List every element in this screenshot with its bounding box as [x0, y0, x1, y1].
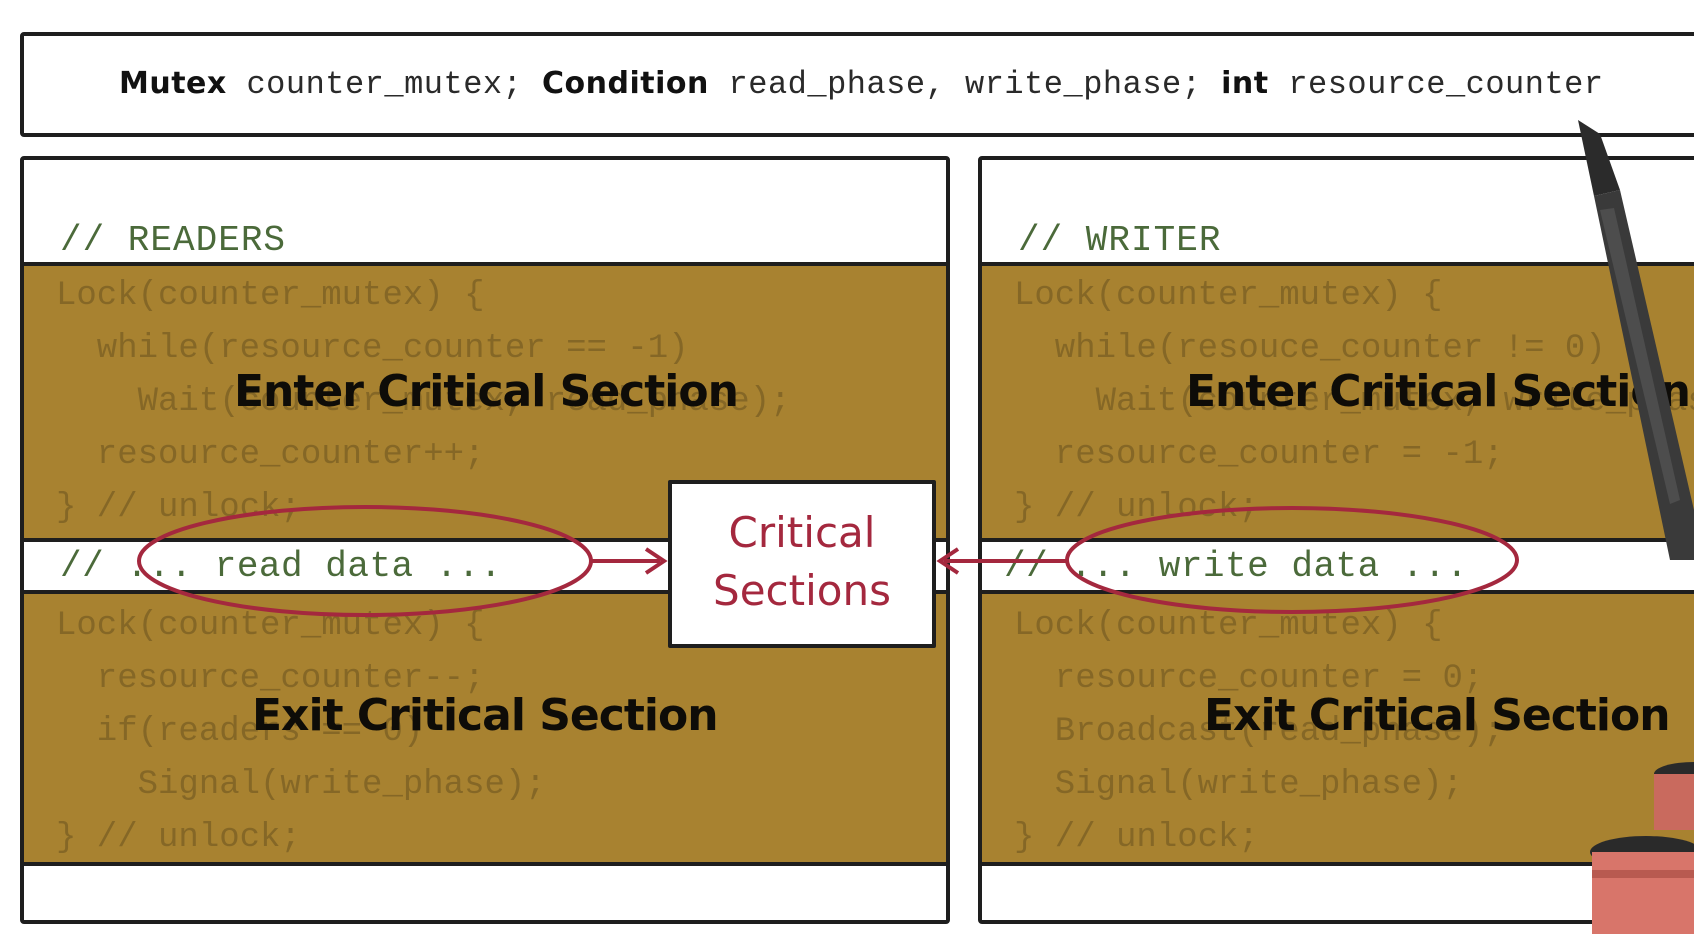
- critical-sections-box: Critical Sections: [668, 480, 936, 648]
- int-variable: resource_counter: [1268, 66, 1604, 103]
- readers-exit-label: Exit Critical Section: [252, 690, 719, 741]
- critical-sections-line2: Sections: [713, 566, 891, 615]
- keyword-int: int: [1221, 66, 1269, 101]
- writer-header-label: // WRITER: [1018, 220, 1222, 261]
- readers-header: // READERS: [24, 160, 946, 266]
- readers-enter-label: Enter Critical Section: [234, 366, 739, 417]
- condition-variables: read_phase, write_phase;: [708, 66, 1222, 103]
- keyword-condition: Condition: [542, 66, 709, 101]
- writer-exit-label: Exit Critical Section: [1204, 690, 1671, 741]
- marker-pen-icon: [1578, 120, 1694, 560]
- mutex-variable: counter_mutex;: [226, 66, 542, 103]
- critical-sections-line1: Critical: [728, 508, 876, 557]
- readers-header-label: // READERS: [60, 220, 287, 261]
- writer-data-line: // ... write data ...: [1004, 546, 1469, 587]
- keyword-mutex: Mutex: [119, 66, 227, 101]
- cup-icon: [1590, 762, 1694, 934]
- readers-data-line: // ... read data ...: [60, 546, 503, 587]
- declaration-bar: Mutex counter_mutex; Condition read_phas…: [20, 32, 1694, 137]
- declaration-line: Mutex counter_mutex; Condition read_phas…: [119, 66, 1604, 103]
- readers-bottom-strip: [24, 866, 946, 920]
